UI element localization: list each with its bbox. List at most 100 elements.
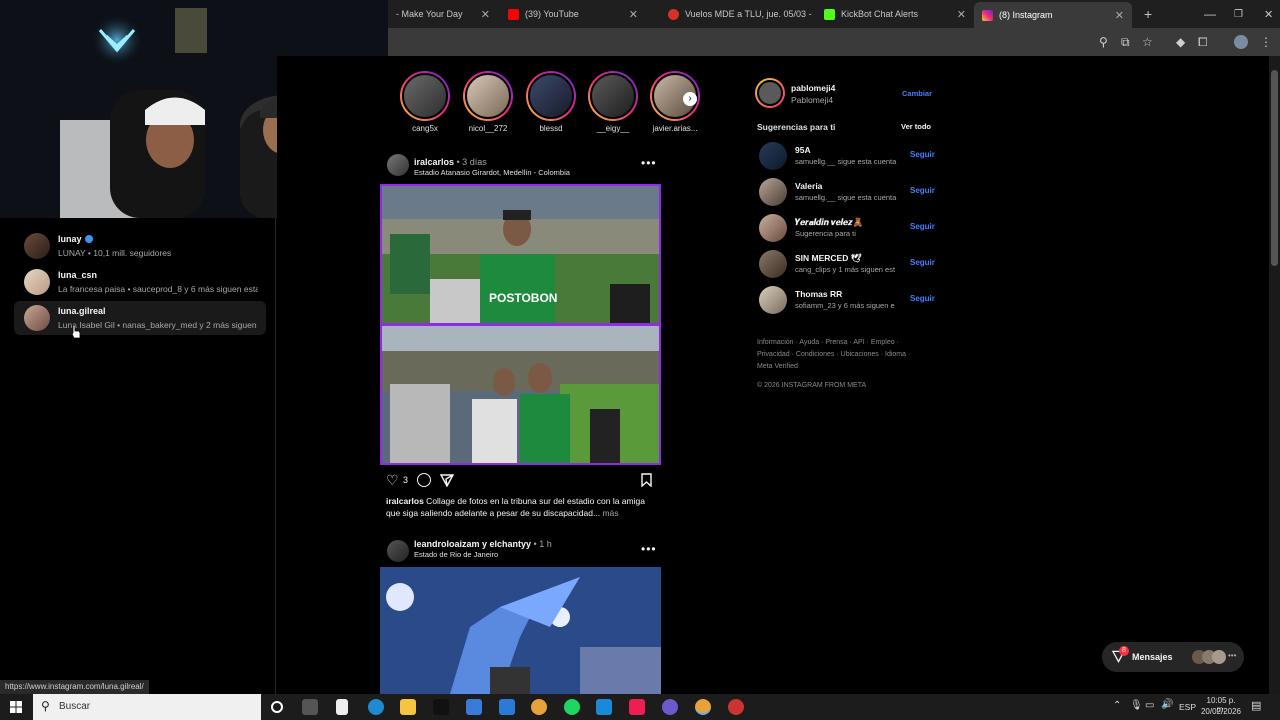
extensions-puzzle-icon[interactable]: ⧠ <box>1198 35 1208 50</box>
suggestion-avatar[interactable] <box>759 178 787 206</box>
scrollbar-thumb[interactable] <box>1271 70 1278 266</box>
tab-make-your-day[interactable]: - Make Your Day ✕ <box>388 3 498 25</box>
tiktok-studio-icon[interactable] <box>629 699 645 715</box>
windows-start-icon[interactable] <box>10 701 22 713</box>
link-status-bar: https://www.instagram.com/luna.gilreal/ <box>0 680 149 694</box>
suggestion-avatar[interactable] <box>759 250 787 278</box>
minimize-icon[interactable]: — <box>1196 3 1216 25</box>
profile-avatar[interactable] <box>755 78 785 108</box>
stories-next-arrow-icon[interactable]: › <box>683 92 697 106</box>
post-location[interactable]: Estadio Atanasio Girardot, Medellín - Co… <box>414 168 570 177</box>
follow-button[interactable]: Seguir <box>910 258 935 267</box>
taskbar-search-box[interactable]: ⚲ Buscar <box>33 694 261 720</box>
profile-avatar[interactable] <box>1234 35 1248 49</box>
post-author-avatar[interactable] <box>387 154 409 176</box>
see-all-link[interactable]: Ver todo <box>901 122 931 131</box>
microphone-icon[interactable]: 🎙 <box>1130 700 1143 711</box>
clock-date[interactable]: 20/02/2026 <box>1200 707 1242 716</box>
suggestion-name[interactable]: 95A <box>795 145 811 155</box>
like-heart-icon[interactable]: ♡ <box>386 472 399 489</box>
tab-youtube[interactable]: (39) YouTube ✕ <box>500 3 646 25</box>
story-item[interactable]: __eigy__ <box>587 71 639 133</box>
story-item[interactable]: cang5x <box>399 71 451 133</box>
follow-button[interactable]: Seguir <box>910 294 935 303</box>
story-item[interactable]: nicol__272 <box>462 71 514 133</box>
follow-button[interactable]: Seguir <box>910 150 935 159</box>
tab-kickbot[interactable]: KickBot Chat Alerts ✕ <box>816 3 974 25</box>
close-tab-icon[interactable]: ✕ <box>1115 9 1124 22</box>
new-tab-button[interactable]: + <box>1136 3 1156 25</box>
post-image-collage[interactable]: POSTOBON <box>380 184 661 465</box>
edge-icon[interactable] <box>368 699 384 715</box>
save-bookmark-icon[interactable] <box>641 473 652 487</box>
suggestion-name[interactable]: Thomas RR <box>795 289 842 299</box>
recorder-icon[interactable] <box>728 699 744 715</box>
post-author[interactable]: leandroloaizam y elchantyy • 1 h <box>414 539 552 549</box>
footer-line[interactable]: Información · Ayuda · Prensa · API · Emp… <box>757 337 910 349</box>
chrome-active-icon[interactable] <box>695 699 711 715</box>
suggestion-name[interactable]: Valeria <box>795 181 822 191</box>
volume-icon[interactable]: 🔊 <box>1161 699 1173 710</box>
footer-links[interactable]: Información · Ayuda · Prensa · API · Emp… <box>757 337 910 373</box>
tiktok-icon[interactable] <box>433 699 449 715</box>
spotify-icon[interactable] <box>564 699 580 715</box>
footer-line[interactable]: Meta Verified <box>757 361 910 373</box>
suggestion-avatar[interactable] <box>759 142 787 170</box>
post-options-icon[interactable]: ••• <box>641 156 657 170</box>
zoom-icon[interactable]: ⚲ <box>1099 35 1108 49</box>
app-icon[interactable] <box>662 699 678 715</box>
store-icon[interactable] <box>466 699 482 715</box>
post-image-carnival[interactable] <box>380 567 661 694</box>
file-icon[interactable] <box>336 699 348 715</box>
story-username: nicol__272 <box>468 124 508 133</box>
page-scrollbar[interactable] <box>1269 56 1280 694</box>
share-icon[interactable] <box>440 474 454 487</box>
file-explorer-icon[interactable] <box>400 699 416 715</box>
search-result-lunay[interactable]: lunay LUNAY • 10,1 mill. seguidores <box>14 229 266 263</box>
caption-more-link[interactable]: más <box>600 508 618 518</box>
network-icon[interactable]: ▭ <box>1145 700 1154 711</box>
tab-vuelos[interactable]: Vuelos MDE a TLU, jue. 05/03 - <box>660 3 818 25</box>
result-username: lunay <box>58 234 82 244</box>
search-result-luna-gilreal[interactable]: luna.gilreal Luna Isabel Gil • nanas_bak… <box>14 301 266 335</box>
language-indicator[interactable]: ESP <box>1179 702 1196 712</box>
footer-line[interactable]: Privacidad · Condiciones · Ubicaciones ·… <box>757 349 910 361</box>
search-result-luna-csn[interactable]: luna_csn La francesa paisa • sauceprod_8… <box>14 265 266 299</box>
suggestion-name[interactable]: 𝒀𝒆𝒓𝒂𝒍𝒅𝒊𝒏 𝒗𝒆𝒍𝒆𝒛🧸 <box>795 217 863 228</box>
extension-icon[interactable]: ◆ <box>1176 35 1185 49</box>
messages-button[interactable]: 8 Mensajes ••• <box>1102 642 1244 672</box>
avatar <box>24 305 50 331</box>
profile-username[interactable]: pablomeji4 <box>791 83 835 93</box>
close-tab-icon[interactable]: ✕ <box>481 8 490 21</box>
tl-app-icon[interactable] <box>596 699 612 715</box>
notifications-icon[interactable]: ▤ <box>1251 699 1261 712</box>
kickbot-icon <box>824 8 835 20</box>
bookmark-star-icon[interactable]: ☆ <box>1142 35 1153 49</box>
close-tab-icon[interactable]: ✕ <box>629 8 638 21</box>
chrome-icon[interactable] <box>531 699 547 715</box>
post-author[interactable]: iralcarlos • 3 días <box>414 157 487 167</box>
close-window-icon[interactable]: ✕ <box>1256 3 1276 25</box>
story-item[interactable]: blessd <box>525 71 577 133</box>
post-author-avatar[interactable] <box>387 540 409 562</box>
follow-button[interactable]: Seguir <box>910 222 935 231</box>
menu-kebab-icon[interactable]: ⋮ <box>1260 35 1272 49</box>
suggestion-name[interactable]: SIN MERCED 🕊 <box>795 253 862 264</box>
task-view-icon[interactable] <box>302 699 318 715</box>
mail-icon[interactable] <box>499 699 515 715</box>
close-tab-icon[interactable]: ✕ <box>957 8 966 21</box>
cast-icon[interactable]: ⧉ <box>1121 35 1130 50</box>
follow-button[interactable]: Seguir <box>910 186 935 195</box>
comment-icon[interactable] <box>417 473 431 487</box>
restore-icon[interactable]: ❐ <box>1226 3 1246 25</box>
tray-expand-icon[interactable]: ⌃ <box>1113 700 1121 711</box>
cortana-icon[interactable] <box>271 701 283 713</box>
tab-label: Vuelos MDE a TLU, jue. 05/03 - <box>685 9 812 19</box>
suggestion-avatar[interactable] <box>759 214 787 242</box>
post-options-icon[interactable]: ••• <box>641 542 657 556</box>
tab-instagram[interactable]: (8) Instagram ✕ <box>974 2 1132 28</box>
post-location[interactable]: Estado de Rio de Janeiro <box>414 550 498 559</box>
caption-author[interactable]: iralcarlos <box>386 496 424 506</box>
suggestion-avatar[interactable] <box>759 286 787 314</box>
switch-account-button[interactable]: Cambiar <box>902 89 932 98</box>
